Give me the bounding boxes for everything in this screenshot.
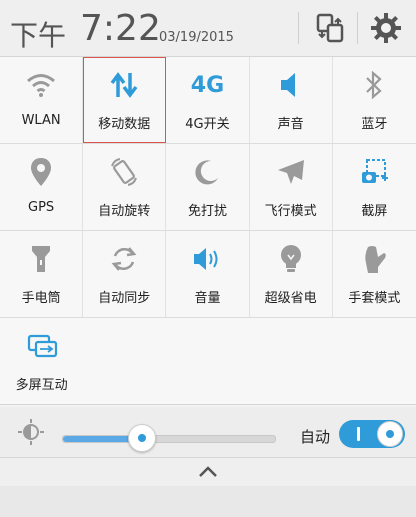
glove-icon	[365, 246, 387, 273]
flashlight-icon	[32, 246, 51, 272]
clock-time: 7:22	[80, 8, 161, 49]
moon-icon	[195, 160, 219, 185]
gear-icon	[371, 13, 401, 43]
tile-auto-rotate[interactable]: 自动旋转	[83, 144, 167, 230]
tile-label: 手电筒	[21, 291, 61, 306]
tile-label: GPS	[28, 200, 55, 215]
tile-wlan[interactable]: WLAN	[0, 57, 84, 143]
tile-flashlight[interactable]: 手电筒	[0, 231, 84, 317]
settings-button[interactable]	[368, 10, 404, 46]
chevron-up-icon	[199, 466, 217, 477]
header-divider	[298, 12, 299, 44]
tile-label: WLAN	[21, 113, 61, 128]
tile-volume[interactable]: 音量	[166, 231, 250, 317]
auto-rotate-icon	[111, 158, 138, 186]
wifi-icon	[27, 74, 56, 97]
tile-4g[interactable]: 4G 4G开关	[166, 57, 250, 143]
header-divider	[357, 12, 358, 44]
ampm-label: 下午	[10, 19, 67, 52]
tile-label: 多屏互动	[15, 378, 68, 393]
bulb-icon	[280, 245, 301, 272]
tile-bluetooth[interactable]: 蓝牙	[333, 57, 416, 143]
tile-multiscreen[interactable]: 多屏互动	[0, 318, 83, 404]
tile-auto-sync[interactable]: 自动同步	[83, 231, 167, 317]
tile-power-saving[interactable]: 超级省电	[250, 231, 333, 317]
airplane-icon	[277, 160, 304, 184]
tile-label: 超级省电	[264, 291, 317, 306]
screenshot-icon	[362, 159, 389, 183]
tile-sound[interactable]: 声音	[250, 57, 333, 143]
tile-gps[interactable]: GPS	[0, 144, 84, 230]
tile-label: 4G开关	[185, 117, 230, 132]
multiscreen-icon	[27, 334, 57, 358]
tile-label: 手套模式	[348, 291, 401, 306]
brightness-thumb[interactable]	[128, 424, 156, 452]
tile-label: 蓝牙	[361, 117, 388, 132]
tile-airplane-mode[interactable]: 飞行模式	[250, 144, 333, 230]
tile-do-not-disturb[interactable]: 免打扰	[166, 144, 250, 230]
quick-settings-grid: WLAN 移动数据 4G 4G开关 声音 蓝牙 GPS 自动旋转 免打扰 飞行模…	[0, 57, 416, 405]
tile-label: 飞行模式	[264, 204, 317, 219]
sound-icon	[280, 73, 295, 97]
auto-brightness-toggle[interactable]	[339, 420, 405, 448]
tile-label: 声音	[277, 117, 304, 132]
tile-label: 音量	[194, 291, 221, 306]
volume-icon	[194, 248, 218, 270]
collapse-handle[interactable]	[0, 458, 416, 486]
tile-label: 移动数据	[98, 117, 151, 132]
tile-glove-mode[interactable]: 手套模式	[333, 231, 416, 317]
sync-icon	[111, 247, 137, 271]
tile-label: 自动旋转	[98, 204, 151, 219]
tile-label: 自动同步	[98, 291, 151, 306]
tile-label: 免打扰	[187, 204, 227, 219]
bluetooth-icon	[366, 70, 382, 100]
notification-header: 下午 7:22 03/19/2015	[0, 0, 416, 57]
swap-icon	[316, 13, 344, 43]
date-label: 03/19/2015	[159, 30, 234, 45]
background-area	[0, 486, 416, 517]
gps-icon	[31, 158, 52, 186]
tile-screenshot[interactable]: 截屏	[333, 144, 416, 230]
tile-label: 截屏	[361, 204, 388, 219]
brightness-slider[interactable]	[62, 424, 276, 452]
auto-brightness-label: 自动	[300, 428, 331, 446]
tile-mobile-data[interactable]: 移动数据	[83, 57, 167, 143]
mobile-data-icon	[110, 72, 138, 98]
brightness-row: 自动	[0, 407, 416, 458]
switch-view-button[interactable]	[312, 10, 348, 46]
4g-icon: 4G	[190, 72, 225, 98]
brightness-icon	[18, 419, 44, 449]
